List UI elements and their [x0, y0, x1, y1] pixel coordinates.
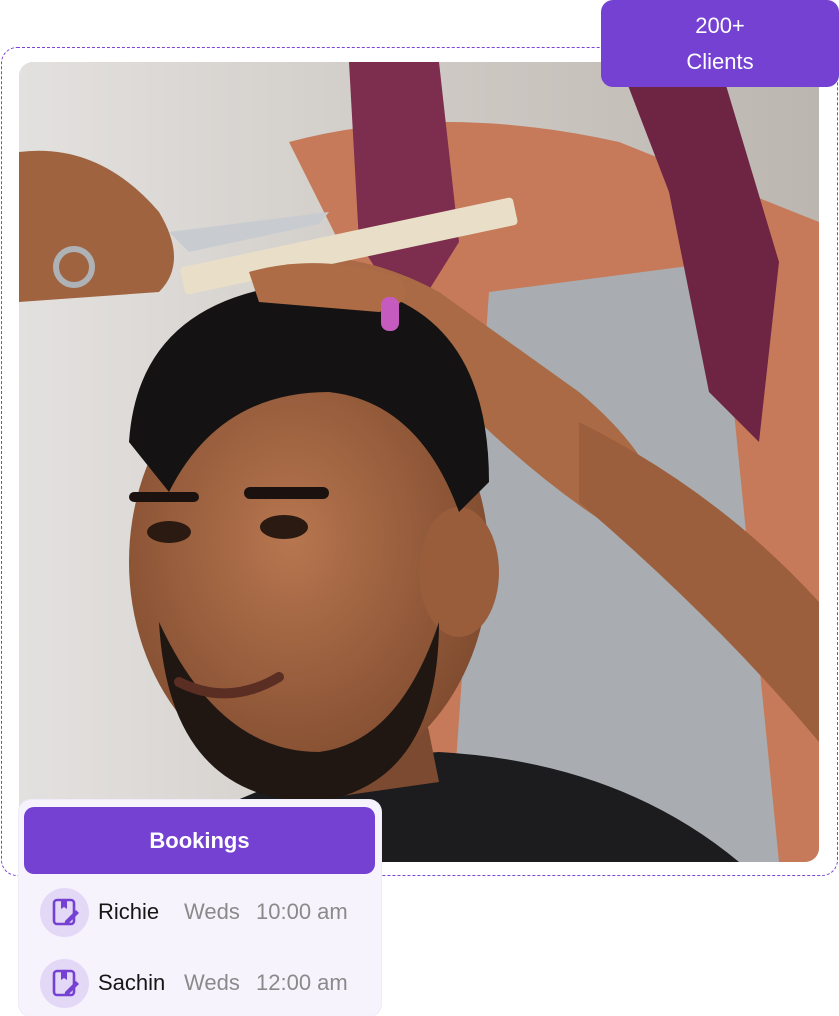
bookings-card: Bookings Richie Weds 10:00 am Sachin Wed…: [19, 800, 381, 1016]
booking-time: 12:00 am: [256, 970, 348, 995]
clients-count: 200+: [695, 12, 745, 38]
bookings-header[interactable]: Bookings: [24, 807, 375, 874]
clients-badge: 200+ Clients: [601, 0, 839, 87]
booking-name: Richie: [98, 899, 160, 924]
booking-name: Sachin: [98, 970, 166, 995]
clients-label: Clients: [686, 48, 754, 74]
booking-edit-icon: [40, 958, 89, 1008]
booking-row[interactable]: Sachin Weds 12:00 am: [40, 958, 348, 1008]
booking-day: Weds: [184, 970, 240, 995]
booking-row[interactable]: Richie Weds 10:00 am: [40, 887, 348, 937]
booking-edit-icon: [40, 887, 89, 937]
booking-time: 10:00 am: [256, 899, 348, 924]
barber-photo: [19, 62, 819, 862]
booking-day: Weds: [184, 899, 240, 924]
